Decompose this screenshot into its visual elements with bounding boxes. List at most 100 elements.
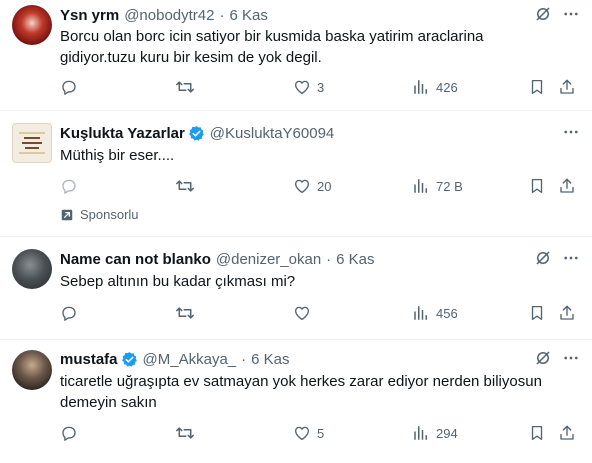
tweet-top-actions <box>562 123 580 141</box>
like-icon <box>293 78 311 96</box>
share-icon <box>558 177 576 195</box>
views-icon <box>412 304 430 322</box>
like-count: 5 <box>317 425 325 441</box>
retweet-button[interactable] <box>175 304 195 322</box>
share-icon <box>558 304 576 322</box>
share-button[interactable] <box>558 424 576 442</box>
retweet-icon <box>175 424 195 442</box>
grok-icon[interactable] <box>534 249 552 267</box>
retweet-icon <box>175 177 195 195</box>
avatar[interactable] <box>12 5 52 45</box>
bookmark-button[interactable] <box>528 78 546 96</box>
grok-icon[interactable] <box>534 5 552 23</box>
bookmark-button[interactable] <box>528 177 546 195</box>
bookmark-icon <box>528 304 546 322</box>
separator-dot: · <box>326 250 332 268</box>
user-handle[interactable]: @denizer_okan <box>216 251 321 268</box>
tweet-text: Borcu olan borc icin satiyor bir kusmida… <box>60 28 484 66</box>
display-name[interactable]: Kuşlukta Yazarlar <box>60 125 185 142</box>
user-handle[interactable]: @KusluktaY60094 <box>210 125 334 142</box>
views-button[interactable]: 294 <box>412 424 458 442</box>
tweet-top-actions <box>534 249 580 267</box>
tweet-text: Müthiş bir eser.... <box>60 147 175 164</box>
tweet[interactable]: mustafa @M_Akkaya_ · 6 Kas ticaretle uğr… <box>0 340 592 463</box>
view-count: 426 <box>436 79 458 95</box>
tweet-text: Sebep altının bu kadar çıkması mi? <box>60 273 296 290</box>
more-icon[interactable] <box>562 5 580 23</box>
tweet-actions: 20 72 B <box>56 177 580 197</box>
view-count: 294 <box>436 425 458 441</box>
retweet-icon <box>175 304 195 322</box>
reply-button[interactable] <box>60 304 78 322</box>
bookmark-button[interactable] <box>528 304 546 322</box>
share-icon <box>558 424 576 442</box>
views-button[interactable]: 426 <box>412 78 458 96</box>
views-button[interactable]: 456 <box>412 304 458 322</box>
user-handle[interactable]: @nobodytr42 <box>124 7 214 24</box>
tweet-header: Kuşlukta Yazarlar @KusluktaY60094 <box>60 123 532 143</box>
bookmark-button[interactable] <box>528 424 546 442</box>
timestamp[interactable]: 6 Kas <box>230 7 268 24</box>
retweet-button[interactable] <box>175 177 195 195</box>
view-count: 456 <box>436 305 458 321</box>
more-icon[interactable] <box>562 349 580 367</box>
like-count: 20 <box>317 178 332 194</box>
share-button[interactable] <box>558 78 576 96</box>
view-count: 72 B <box>436 178 463 194</box>
reply-icon <box>60 424 78 442</box>
reply-icon <box>60 304 78 322</box>
tweet-header: mustafa @M_Akkaya_ · 6 Kas <box>60 349 532 369</box>
like-button[interactable]: 20 <box>293 177 331 195</box>
tweet-top-actions <box>534 349 580 367</box>
tweet[interactable]: Ysn yrm @nobodytr42 · 6 Kas Borcu olan b… <box>0 0 592 111</box>
like-icon <box>293 424 311 442</box>
like-icon <box>293 304 311 322</box>
reply-icon <box>60 177 78 195</box>
timestamp[interactable]: 6 Kas <box>251 351 289 368</box>
more-icon[interactable] <box>562 249 580 267</box>
tweet-actions: 3 426 <box>56 78 580 98</box>
tweet-header: Ysn yrm @nobodytr42 · 6 Kas <box>60 5 532 25</box>
like-icon <box>293 177 311 195</box>
tweet-header: Name can not blanko @denizer_okan · 6 Ka… <box>60 249 532 269</box>
grok-icon[interactable] <box>534 349 552 367</box>
verified-icon <box>121 351 138 368</box>
reply-button[interactable] <box>60 424 78 442</box>
user-handle[interactable]: @M_Akkaya_ <box>143 351 237 368</box>
views-button[interactable]: 72 B <box>412 177 463 195</box>
tweet-actions: 456 <box>56 304 580 324</box>
like-button[interactable]: 3 <box>293 78 324 96</box>
views-icon <box>412 177 430 195</box>
views-icon <box>412 78 430 96</box>
like-button[interactable]: 5 <box>293 424 324 442</box>
bookmark-icon <box>528 424 546 442</box>
display-name[interactable]: mustafa <box>60 351 118 368</box>
avatar[interactable] <box>12 249 52 289</box>
share-button[interactable] <box>558 177 576 195</box>
tweet-sponsored[interactable]: Kuşlukta Yazarlar @KusluktaY60094 Müthiş… <box>0 111 592 237</box>
share-button[interactable] <box>558 304 576 322</box>
tweet-text: ticaretle uğraşıpta ev satmayan yok herk… <box>60 373 542 411</box>
display-name[interactable]: Name can not blanko <box>60 251 211 268</box>
separator-dot: · <box>219 6 225 24</box>
retweet-button[interactable] <box>175 424 195 442</box>
bookmark-icon <box>528 78 546 96</box>
timestamp[interactable]: 6 Kas <box>336 251 374 268</box>
reply-button[interactable] <box>60 177 78 195</box>
tweet[interactable]: Name can not blanko @denizer_okan · 6 Ka… <box>0 237 592 340</box>
like-count: 3 <box>317 79 325 95</box>
retweet-button[interactable] <box>175 78 195 96</box>
sponsored-label: Sponsorlu <box>60 207 139 222</box>
reply-button[interactable] <box>60 78 78 96</box>
bookmark-icon <box>528 177 546 195</box>
more-icon[interactable] <box>562 123 580 141</box>
like-button[interactable] <box>293 304 311 322</box>
display-name[interactable]: Ysn yrm <box>60 7 119 24</box>
tweet-actions: 5 294 <box>56 424 580 444</box>
avatar[interactable] <box>12 123 52 163</box>
separator-dot: · <box>241 350 247 368</box>
reply-icon <box>60 78 78 96</box>
views-icon <box>412 424 430 442</box>
verified-icon <box>188 125 205 142</box>
avatar[interactable] <box>12 350 52 390</box>
